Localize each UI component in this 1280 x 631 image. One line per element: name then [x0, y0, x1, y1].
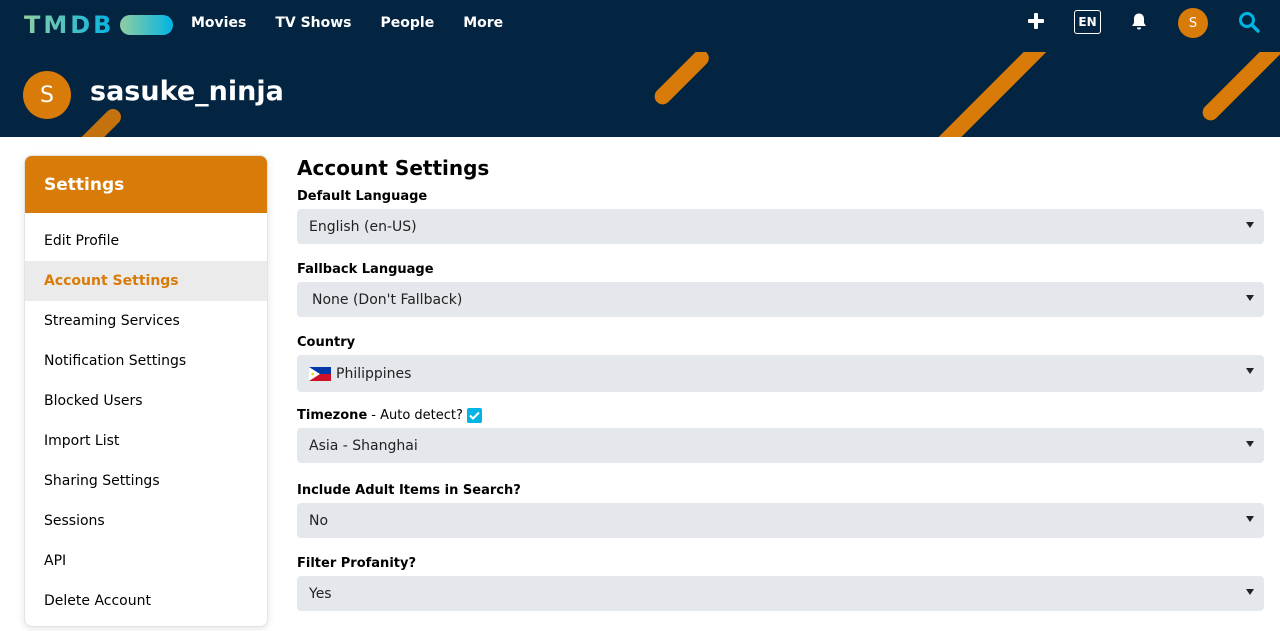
sidebar-item-sharing-settings[interactable]: Sharing Settings	[25, 461, 267, 501]
sidebar-item-api[interactable]: API	[25, 541, 267, 581]
country-field: Country Philippines	[297, 330, 1264, 403]
auto-detect-checkbox[interactable]	[466, 408, 482, 423]
sidebar-menu: Edit Profile Account Settings Streaming …	[25, 213, 267, 621]
sidebar-item-notification-settings[interactable]: Notification Settings	[25, 341, 267, 381]
fallback-language-field: Fallback Language None (Don't Fallback)	[297, 257, 1264, 330]
decorative-stripe	[929, 52, 1054, 137]
profile-avatar[interactable]: S	[23, 71, 71, 119]
timezone-label: Timezone	[297, 408, 368, 423]
sidebar-item-sessions[interactable]: Sessions	[25, 501, 267, 541]
chevron-down-icon	[1246, 516, 1254, 522]
decorative-stripe	[651, 52, 713, 108]
filter-profanity-field: Filter Profanity? Yes	[297, 551, 1264, 624]
nav-tv-shows[interactable]: TV Shows	[275, 15, 351, 31]
page-title: Account Settings	[297, 156, 490, 180]
chevron-down-icon	[1246, 295, 1254, 301]
chevron-down-icon	[1246, 589, 1254, 595]
user-avatar[interactable]: S	[1178, 8, 1208, 38]
country-label: Country	[297, 335, 356, 350]
sidebar-item-edit-profile[interactable]: Edit Profile	[25, 221, 267, 261]
chevron-down-icon	[1246, 368, 1254, 374]
country-value: Philippines	[336, 365, 412, 382]
logo-pill-graphic	[120, 15, 174, 35]
filter-profanity-value: Yes	[309, 585, 332, 602]
nav-people[interactable]: People	[381, 15, 435, 31]
language-button[interactable]: EN	[1074, 10, 1101, 34]
top-navbar: TMDB Movies TV Shows People More EN S	[0, 0, 1280, 52]
default-language-select[interactable]: English (en-US)	[297, 209, 1264, 244]
main-nav: Movies TV Shows People More	[191, 0, 532, 46]
adult-items-label: Include Adult Items in Search?	[297, 483, 521, 498]
fallback-language-label: Fallback Language	[297, 262, 434, 277]
bell-icon[interactable]	[1130, 12, 1148, 32]
timezone-value: Asia - Shanghai	[309, 437, 418, 454]
nav-movies[interactable]: Movies	[191, 15, 246, 31]
timezone-label-row: Timezone - Auto detect?	[297, 403, 1264, 428]
decorative-stripe	[1199, 52, 1280, 124]
adult-items-field: Include Adult Items in Search? No	[297, 478, 1264, 551]
default-language-field: Default Language English (en-US)	[297, 184, 1264, 257]
adult-items-select[interactable]: No	[297, 503, 1264, 538]
filter-profanity-select[interactable]: Yes	[297, 576, 1264, 611]
profile-banner: S sasuke_ninja	[0, 52, 1280, 137]
sidebar-item-streaming-services[interactable]: Streaming Services	[25, 301, 267, 341]
search-icon[interactable]	[1238, 11, 1260, 33]
filter-profanity-label: Filter Profanity?	[297, 556, 416, 571]
sidebar-item-import-list[interactable]: Import List	[25, 421, 267, 461]
profile-username[interactable]: sasuke_ninja	[90, 76, 284, 107]
auto-detect-label: - Auto detect?	[371, 408, 463, 423]
chevron-down-icon	[1246, 441, 1254, 447]
timezone-select[interactable]: Asia - Shanghai	[297, 428, 1264, 463]
timezone-field: Timezone - Auto detect? Asia - Shanghai	[297, 403, 1264, 478]
sidebar-item-blocked-users[interactable]: Blocked Users	[25, 381, 267, 421]
tmdb-logo[interactable]: TMDB	[24, 10, 174, 40]
settings-sidebar: Settings Edit Profile Account Settings S…	[24, 155, 268, 627]
adult-items-value: No	[309, 512, 329, 529]
sidebar-item-account-settings[interactable]: Account Settings	[25, 261, 267, 301]
sidebar-item-delete-account[interactable]: Delete Account	[25, 581, 267, 621]
check-icon	[469, 411, 480, 420]
default-language-label: Default Language	[297, 189, 428, 204]
plus-icon[interactable]	[1026, 11, 1046, 31]
country-select[interactable]: Philippines	[297, 355, 1264, 392]
default-language-value: English (en-US)	[309, 218, 417, 235]
sidebar-title: Settings	[25, 156, 267, 213]
nav-more[interactable]: More	[463, 15, 503, 31]
account-settings-form: Account Settings Default Language Englis…	[297, 152, 1264, 624]
chevron-down-icon	[1246, 222, 1254, 228]
philippines-flag-icon	[309, 366, 331, 381]
fallback-language-select[interactable]: None (Don't Fallback)	[297, 282, 1264, 317]
fallback-language-value: None (Don't Fallback)	[312, 291, 463, 308]
logo-text: TMDB	[24, 11, 115, 39]
